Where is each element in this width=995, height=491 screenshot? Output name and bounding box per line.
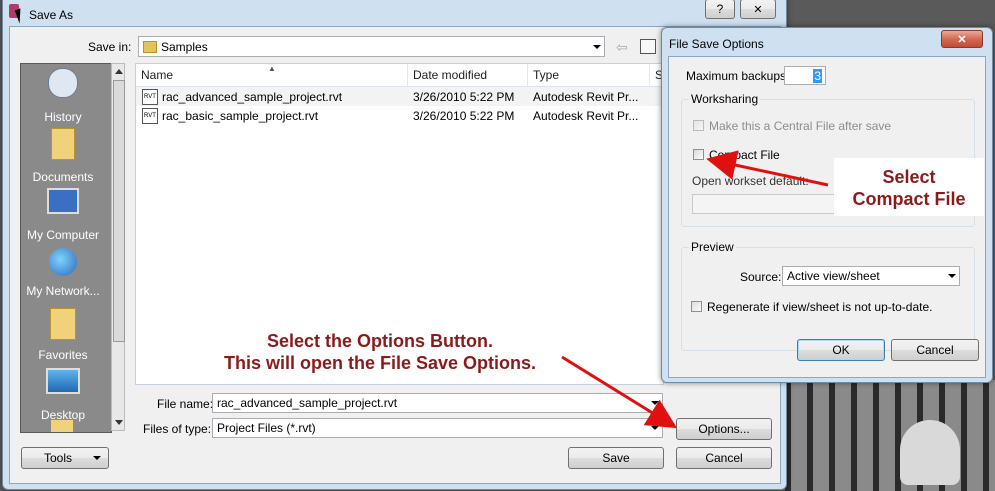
compact-file-arrow bbox=[706, 150, 829, 187]
annotation-arrows bbox=[561, 150, 829, 429]
options-arrow bbox=[561, 355, 678, 429]
